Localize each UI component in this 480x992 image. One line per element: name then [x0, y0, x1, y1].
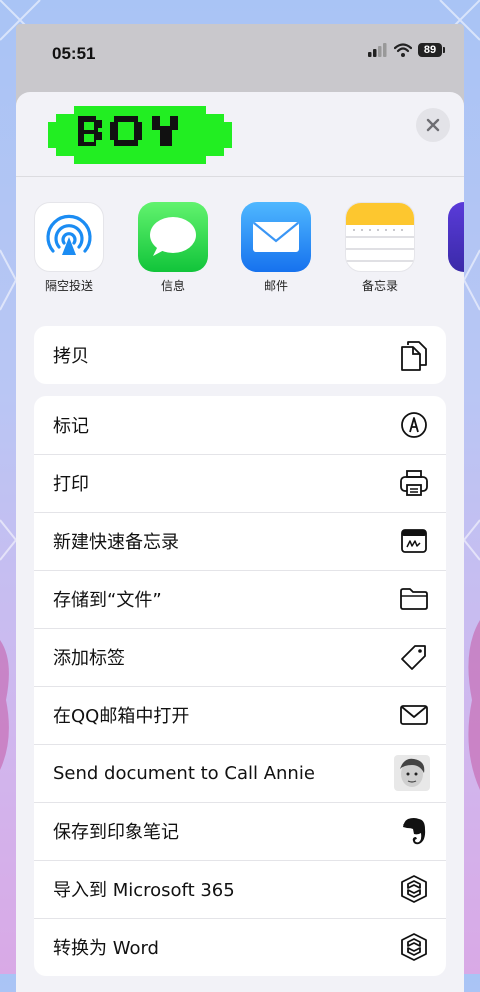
share-app-label: 信息 — [160, 279, 185, 293]
airdrop-icon — [34, 202, 104, 272]
action-label: 新建快速备忘录 — [53, 532, 179, 553]
action-label: 添加标签 — [53, 648, 125, 669]
status-time: 05:51 — [52, 44, 96, 63]
call-annie-avatar-icon — [394, 755, 430, 791]
action-quick-note[interactable]: 新建快速备忘录 — [34, 512, 446, 570]
envelope-icon — [398, 699, 430, 731]
action-add-tag[interactable]: 添加标签 — [34, 628, 446, 686]
action-label: 保存到印象笔记 — [53, 822, 179, 843]
action-label: 转换为 Word — [53, 938, 159, 959]
wifi-icon — [394, 43, 412, 57]
microsoft-365-icon — [398, 873, 430, 905]
folder-icon — [398, 583, 430, 615]
action-label: 存储到“文件” — [53, 590, 162, 611]
tag-icon — [398, 641, 430, 673]
share-app-airdrop[interactable]: 隔空投送 — [34, 202, 104, 294]
action-label: 打印 — [53, 474, 89, 495]
share-app-mail[interactable]: 邮件 — [241, 202, 311, 294]
microsoft-365-icon — [398, 931, 430, 963]
share-sheet: 隔空投送 信息 邮件 备忘录 拷贝 标记 打印 新建快速备忘录 存储到“文件” … — [16, 92, 464, 992]
messages-icon — [138, 202, 208, 272]
action-label: 标记 — [53, 416, 89, 437]
action-open-in-qq-mail[interactable]: 在QQ邮箱中打开 — [34, 686, 446, 744]
battery-indicator: 89 — [418, 43, 445, 57]
action-markup[interactable]: 标记 — [34, 396, 446, 454]
action-convert-to-word[interactable]: 转换为 Word — [34, 918, 446, 976]
share-app-notes[interactable]: 备忘录 — [345, 202, 415, 294]
action-save-to-evernote[interactable]: 保存到印象笔记 — [34, 802, 446, 860]
action-call-annie[interactable]: Send document to Call Annie — [34, 744, 446, 802]
action-label: 导入到 Microsoft 365 — [53, 880, 235, 901]
app-icon — [448, 202, 464, 272]
actions-card: 标记 打印 新建快速备忘录 存储到“文件” 添加标签 在QQ邮箱中打开 Send… — [34, 396, 446, 976]
mail-icon — [241, 202, 311, 272]
signal-icon — [368, 43, 387, 57]
share-app-label: 隔空投送 — [44, 279, 93, 293]
share-sheet-header — [16, 92, 464, 177]
action-label: 拷贝 — [53, 346, 89, 367]
action-label: Send document to Call Annie — [53, 762, 315, 784]
close-icon — [426, 118, 440, 132]
copy-card: 拷贝 — [34, 326, 446, 384]
action-import-microsoft-365[interactable]: 导入到 Microsoft 365 — [34, 860, 446, 918]
copy-icon — [398, 339, 430, 371]
share-apps-row: 隔空投送 信息 邮件 备忘录 — [16, 177, 464, 295]
printer-icon — [398, 467, 430, 499]
share-app-label: 邮件 — [263, 279, 288, 293]
close-button[interactable] — [416, 108, 450, 142]
copy-action[interactable]: 拷贝 — [34, 326, 446, 384]
quick-note-icon — [398, 525, 430, 557]
evernote-icon — [398, 815, 430, 847]
share-app-label: 备忘录 — [361, 279, 398, 293]
boy-pixel-logo — [48, 106, 232, 164]
share-app-partial[interactable] — [448, 202, 464, 272]
markup-icon — [398, 409, 430, 441]
action-label: 在QQ邮箱中打开 — [53, 706, 190, 727]
action-save-to-files[interactable]: 存储到“文件” — [34, 570, 446, 628]
notes-icon — [345, 202, 415, 272]
share-app-messages[interactable]: 信息 — [138, 202, 208, 294]
action-print[interactable]: 打印 — [34, 454, 446, 512]
status-icons: 89 — [368, 43, 445, 57]
